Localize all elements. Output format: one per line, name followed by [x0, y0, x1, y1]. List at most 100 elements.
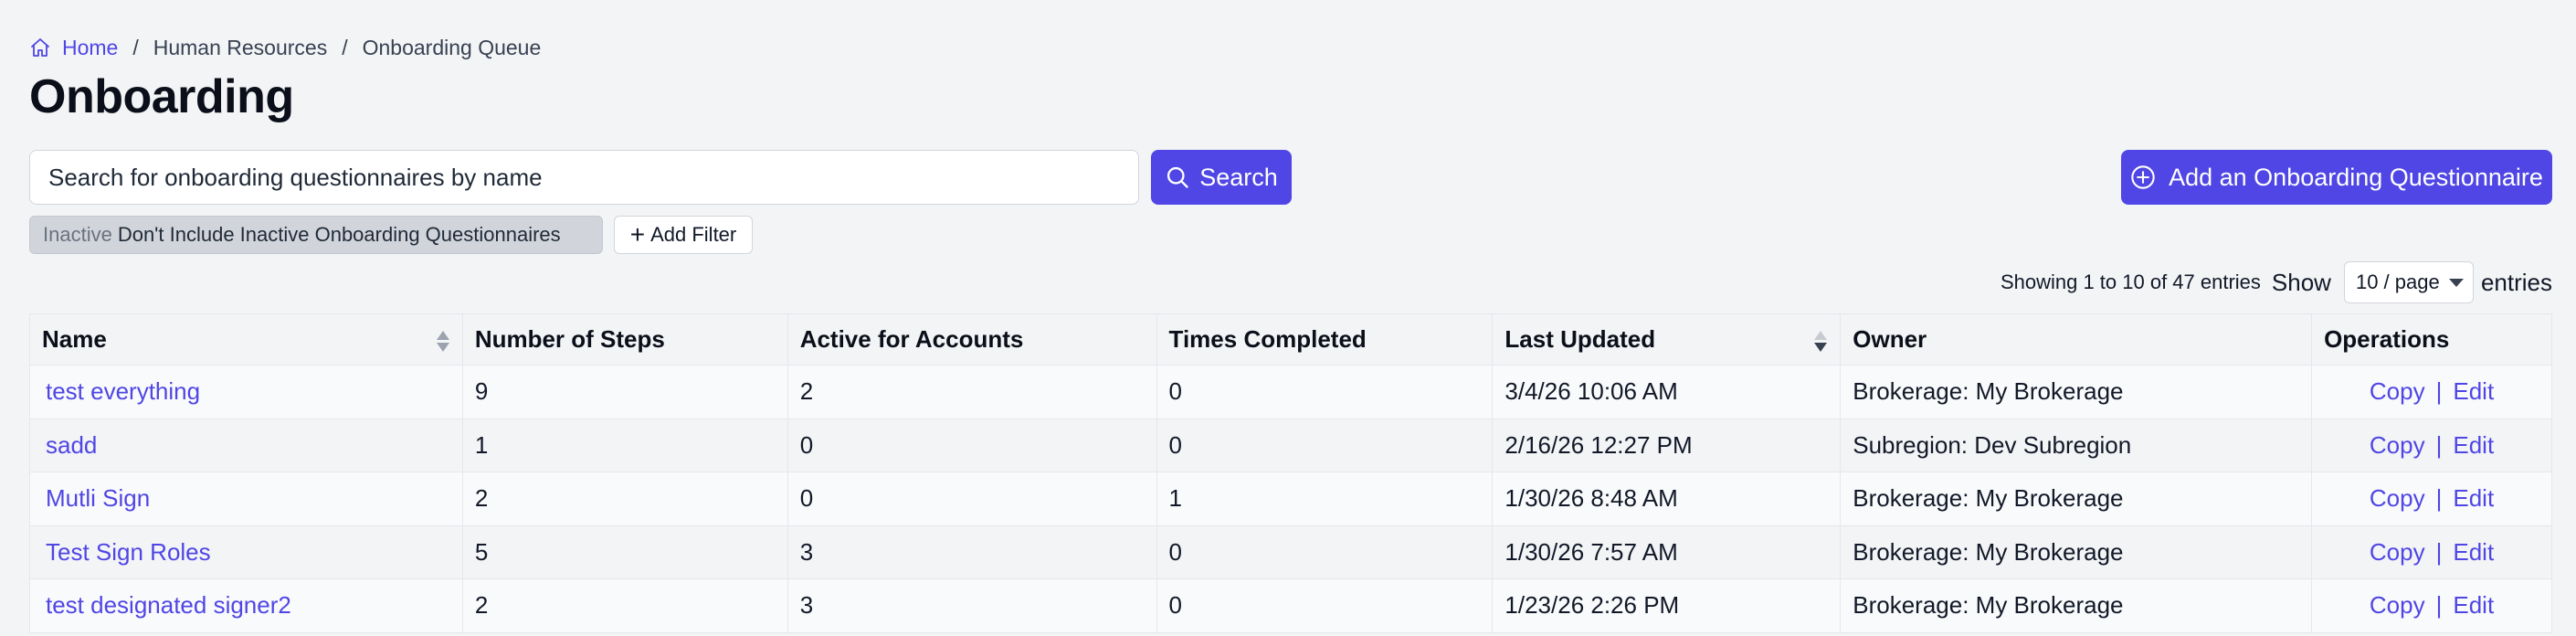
copy-link[interactable]: Copy	[2370, 377, 2425, 405]
cell-steps: 1	[461, 418, 788, 472]
pagination-controls: Showing 1 to 10 of 47 entries Show 10 / …	[2001, 261, 2552, 303]
entries-label: entries	[2480, 268, 2552, 296]
cell-owner: Subregion: Dev Subregion	[1840, 418, 2313, 472]
cell-updated: 2/16/26 12:27 PM	[1492, 418, 1842, 472]
entries-summary: Showing 1 to 10 of 47 entries	[2000, 270, 2261, 293]
cell-name: Mutli Sign	[29, 472, 463, 526]
questionnaire-link[interactable]: sadd	[46, 431, 97, 459]
cell-owner: Brokerage: My Brokerage	[1840, 472, 2313, 526]
search-icon	[1167, 166, 1188, 188]
column-header-active: Active for Accounts	[787, 313, 1157, 366]
filter-key: Inactive	[43, 223, 112, 246]
search-input[interactable]	[29, 150, 1139, 205]
inactive-filter-chip[interactable]: Inactive Don't Include Inactive Onboardi…	[29, 216, 603, 254]
cell-steps: 5	[461, 525, 788, 579]
edit-link[interactable]: Edit	[2453, 431, 2494, 459]
sort-icon	[1814, 329, 1828, 353]
page-size-value: 10 / page	[2355, 270, 2440, 293]
column-header-owner: Owner	[1840, 313, 2313, 366]
page-title: Onboarding	[29, 70, 294, 123]
table-row: test designated signer2 2 3 0 1/23/26 2:…	[29, 578, 2552, 633]
table-header-row: Name Number of Steps Active for Accounts…	[29, 313, 2552, 366]
cell-steps: 2	[461, 472, 788, 526]
cell-updated: 1/23/26 2:26 PM	[1492, 578, 1842, 633]
edit-link[interactable]: Edit	[2453, 377, 2494, 405]
plus-icon: +	[629, 220, 646, 249]
cell-operations: Copy | Edit	[2311, 578, 2552, 633]
column-header-updated[interactable]: Last Updated	[1492, 313, 1842, 366]
column-label: Last Updated	[1504, 325, 1656, 353]
cell-completed: 0	[1156, 418, 1494, 472]
cell-updated: 1/30/26 8:48 AM	[1492, 472, 1842, 526]
questionnaire-link[interactable]: test designated signer2	[46, 591, 291, 619]
add-questionnaire-button[interactable]: Add an Onboarding Questionnaire	[2121, 150, 2552, 205]
questionnaire-link[interactable]: Test Sign Roles	[46, 538, 211, 566]
column-header-operations: Operations	[2311, 313, 2552, 366]
questionnaire-table: Name Number of Steps Active for Accounts…	[29, 313, 2552, 633]
edit-link[interactable]: Edit	[2453, 538, 2494, 566]
show-label: Show	[2271, 268, 2331, 296]
column-label: Name	[42, 325, 107, 353]
cell-operations: Copy | Edit	[2311, 418, 2552, 472]
table-row: sadd 1 0 0 2/16/26 12:27 PM Subregion: D…	[29, 418, 2552, 472]
search-button[interactable]: Search	[1151, 150, 1292, 205]
copy-link[interactable]: Copy	[2370, 484, 2425, 512]
table-row: test everything 9 2 0 3/4/26 10:06 AM Br…	[29, 365, 2552, 419]
copy-link[interactable]: Copy	[2370, 591, 2425, 619]
cell-updated: 1/30/26 7:57 AM	[1492, 525, 1842, 579]
cell-updated: 3/4/26 10:06 AM	[1492, 365, 1842, 419]
plus-circle-icon	[2131, 165, 2155, 189]
page-size-select[interactable]: 10 / page	[2343, 261, 2474, 303]
table-row: Test Sign Roles 5 3 0 1/30/26 7:57 AM Br…	[29, 525, 2552, 579]
caret-down-icon	[2448, 278, 2464, 287]
cell-name: test designated signer2	[29, 578, 463, 633]
cell-active: 2	[787, 365, 1157, 419]
breadcrumb: Home / Human Resources / Onboarding Queu…	[29, 33, 541, 62]
cell-active: 3	[787, 525, 1157, 579]
questionnaire-link[interactable]: test everything	[46, 377, 200, 405]
ops-divider: |	[2435, 430, 2443, 459]
cell-name: sadd	[29, 418, 463, 472]
column-header-completed: Times Completed	[1156, 313, 1494, 366]
breadcrumb-separator: /	[342, 35, 348, 59]
breadcrumb-section[interactable]: Human Resources	[153, 36, 327, 60]
cell-active: 0	[787, 418, 1157, 472]
copy-link[interactable]: Copy	[2370, 538, 2425, 566]
add-filter-label: Add Filter	[650, 223, 737, 246]
filter-value: Don't Include Inactive Onboarding Questi…	[117, 223, 561, 246]
cell-completed: 0	[1156, 578, 1494, 633]
cell-operations: Copy | Edit	[2311, 365, 2552, 419]
questionnaire-link[interactable]: Mutli Sign	[46, 484, 150, 512]
cell-owner: Brokerage: My Brokerage	[1840, 578, 2313, 633]
add-filter-button[interactable]: + Add Filter	[614, 216, 753, 254]
cell-name: test everything	[29, 365, 463, 419]
cell-steps: 9	[461, 365, 788, 419]
ops-divider: |	[2435, 484, 2443, 513]
add-questionnaire-label: Add an Onboarding Questionnaire	[2169, 163, 2543, 191]
ops-divider: |	[2435, 377, 2443, 406]
cell-owner: Brokerage: My Brokerage	[1840, 525, 2313, 579]
cell-owner: Brokerage: My Brokerage	[1840, 365, 2313, 419]
cell-completed: 0	[1156, 525, 1494, 579]
ops-divider: |	[2435, 591, 2443, 620]
copy-link[interactable]: Copy	[2370, 431, 2425, 459]
table-row: Mutli Sign 2 0 1 1/30/26 8:48 AM Brokera…	[29, 472, 2552, 526]
sort-icon	[436, 329, 449, 353]
home-icon	[31, 38, 49, 57]
breadcrumb-home-link[interactable]: Home	[29, 36, 118, 60]
cell-active: 0	[787, 472, 1157, 526]
cell-completed: 1	[1156, 472, 1494, 526]
edit-link[interactable]: Edit	[2453, 591, 2494, 619]
breadcrumb-separator: /	[132, 35, 139, 59]
cell-completed: 0	[1156, 365, 1494, 419]
edit-link[interactable]: Edit	[2453, 484, 2494, 512]
cell-active: 3	[787, 578, 1157, 633]
ops-divider: |	[2435, 537, 2443, 566]
column-header-steps: Number of Steps	[461, 313, 788, 366]
search-button-label: Search	[1199, 163, 1278, 191]
breadcrumb-home-label: Home	[62, 35, 119, 59]
breadcrumb-current: Onboarding Queue	[362, 35, 542, 59]
column-header-name[interactable]: Name	[29, 313, 463, 366]
cell-steps: 2	[461, 578, 788, 633]
cell-operations: Copy | Edit	[2311, 525, 2552, 579]
